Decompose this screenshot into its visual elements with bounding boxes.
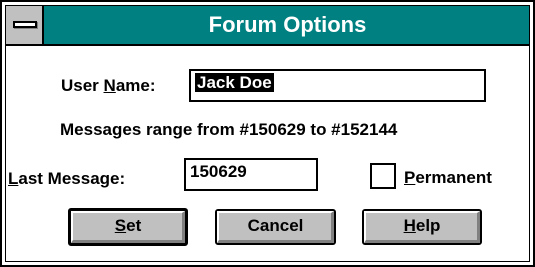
help-accelerator: H bbox=[403, 216, 416, 235]
set-button-label: Set bbox=[71, 216, 185, 236]
set-button[interactable]: Set bbox=[68, 208, 188, 246]
user-name-accelerator: N bbox=[103, 76, 116, 95]
user-name-field[interactable]: Jack Doe bbox=[189, 69, 486, 102]
messages-range-text: Messages range from #150629 to #152144 bbox=[60, 120, 398, 139]
user-name-label-prefix: User bbox=[61, 76, 104, 95]
permanent-label[interactable]: Permanent bbox=[404, 168, 492, 188]
title-bar[interactable]: Forum Options bbox=[6, 6, 529, 46]
help-button[interactable]: Help bbox=[362, 209, 482, 245]
last-message-field[interactable]: 150629 bbox=[184, 158, 318, 191]
cancel-button[interactable]: Cancel bbox=[215, 209, 336, 245]
system-menu-button[interactable] bbox=[6, 6, 44, 44]
permanent-checkbox[interactable] bbox=[370, 163, 396, 189]
last-message-label-suffix: ast Message: bbox=[18, 169, 126, 188]
system-menu-icon bbox=[13, 21, 37, 28]
cancel-button-label: Cancel bbox=[247, 216, 304, 235]
permanent-accelerator: P bbox=[404, 168, 416, 187]
last-message-value: 150629 bbox=[190, 162, 247, 181]
user-name-label: User Name: bbox=[61, 76, 156, 96]
dialog-frame: Forum Options User Name: Jack Doe Messag… bbox=[5, 5, 530, 262]
forum-options-dialog: Forum Options User Name: Jack Doe Messag… bbox=[0, 0, 535, 267]
last-message-accelerator: L bbox=[8, 169, 19, 188]
user-name-value: Jack Doe bbox=[195, 73, 274, 92]
user-name-label-suffix: ame: bbox=[115, 76, 156, 95]
set-label-rest: et bbox=[126, 216, 142, 235]
help-label-rest: elp bbox=[415, 216, 441, 235]
last-message-label: Last Message: bbox=[8, 169, 125, 189]
window-title: Forum Options bbox=[208, 12, 367, 37]
permanent-label-suffix: ermanent bbox=[415, 168, 492, 187]
help-button-label: Help bbox=[364, 216, 480, 236]
set-accelerator: S bbox=[114, 216, 127, 235]
